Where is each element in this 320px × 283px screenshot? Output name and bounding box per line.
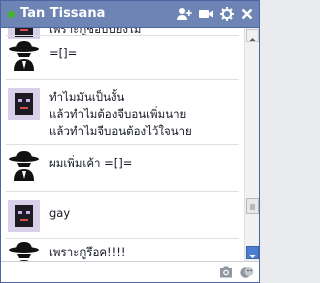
message-divider	[6, 238, 239, 239]
message-divider	[6, 144, 239, 145]
chat-titlebar[interactable]: Tan Tissana	[1, 1, 259, 28]
message-scrollbar[interactable]	[244, 28, 259, 261]
message-text: ผมเพิ่มเค้า =[]=	[49, 156, 133, 170]
spy-hat-avatar[interactable]	[8, 39, 40, 71]
message-input[interactable]	[5, 264, 209, 282]
add-friend-icon[interactable]	[176, 6, 192, 22]
message-text: =[]=	[49, 46, 78, 60]
message-text: แล้วทำไมต้องจีบอนเพิ่มนาย	[49, 107, 187, 121]
pixel-face-avatar[interactable]	[8, 88, 40, 120]
video-call-icon[interactable]	[198, 6, 214, 22]
close-icon[interactable]	[239, 6, 255, 22]
message-composer[interactable]	[1, 261, 259, 282]
scroll-thumb[interactable]	[246, 198, 259, 214]
message-list[interactable]: เพราะกูชอบปิยังไม่ =[]= ทำไมมันเป็นงั้น …	[1, 28, 244, 261]
chat-title[interactable]: Tan Tissana	[20, 6, 105, 21]
message-text: เพราะกูรึอค!!!!	[49, 245, 126, 259]
spy-hat-avatar[interactable]	[8, 240, 40, 261]
message-text: gay	[49, 206, 71, 220]
message-divider	[6, 35, 239, 36]
spy-hat-avatar[interactable]	[8, 149, 40, 181]
message-text: แล้วทำไมจีบอนต้องไว้ใจนาย	[49, 124, 192, 138]
scroll-down-button[interactable]	[246, 246, 259, 259]
message-text: ทำไมมันเป็นงั้น	[49, 90, 125, 104]
gear-icon[interactable]	[219, 6, 235, 22]
online-status-indicator	[8, 11, 15, 18]
camera-icon[interactable]	[218, 265, 234, 281]
sticker-icon[interactable]	[239, 265, 255, 281]
message-divider	[6, 79, 239, 80]
pixel-face-avatar[interactable]	[8, 200, 40, 232]
message-divider	[6, 191, 239, 192]
chat-window: Tan Tissana เพราะกูชอบปิยังไม่ =[]= ทำไม…	[0, 0, 260, 283]
scroll-up-button[interactable]	[246, 29, 259, 42]
